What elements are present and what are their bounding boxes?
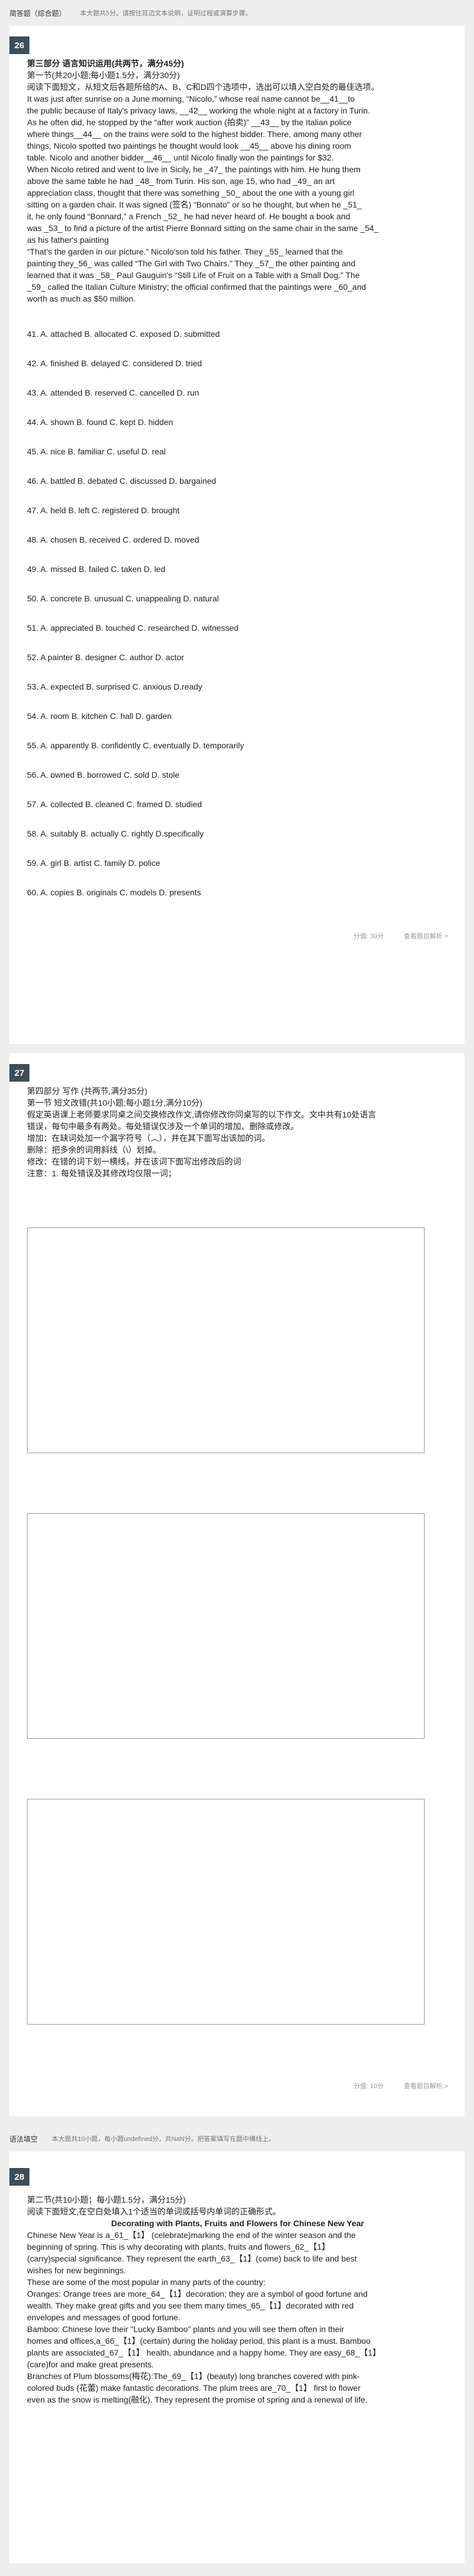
passage-line: worth as much as $50 million. [27, 294, 136, 303]
option-line: 42. A. finished B. delayed C. considered… [27, 359, 202, 368]
instruction-line: 假定英语课上老师要求同桌之间交换修改作文,请你修改你同桌写的以下作文。文中共有1… [27, 1110, 376, 1119]
section-note: 本大题共10小题，每小题undefined分，共NaN分。把答案填写在题中横线上… [52, 2136, 275, 2143]
instruction-line: 删除：把多余的词用斜线（\）划掉。 [27, 1145, 161, 1155]
passage-line: colored buds (花蕾) make fantastic decorat… [27, 2383, 360, 2393]
score-label: 分值: 30分 [353, 933, 384, 940]
options-list: 41. A. attached B. allocated C. exposed … [27, 328, 448, 898]
passage-line: It was just after sunrise on a June morn… [27, 94, 355, 103]
option-line: 47. A. held B. left C. registered D. bro… [27, 506, 180, 515]
passage-line: learned that it was _58_ Paul Gauguin's … [27, 270, 360, 280]
instruction-line: 修改：在错的词下划一横线，并在该词下面写出修改后的词 [27, 1157, 241, 1166]
passage-line: _59_ called the Italian Culture Ministry… [27, 282, 366, 292]
section-bar-2: 语法填空 本大题共10小题，每小题undefined分，共NaN分。把答案填写在… [0, 2126, 474, 2152]
passage-line: Oranges: Orange trees are more_64_【1】dec… [27, 2289, 368, 2299]
passage-line: the public because of Italy's privacy la… [27, 106, 370, 115]
instruction-line: 第一节 短文改错(共10小题;每小题1分,满分10分) [27, 1098, 202, 1108]
passage-line: 第一节(共20小题;每小题1.5分，满分30分) [27, 71, 180, 80]
option-line: 60. A. copies B. originals C. models D. … [27, 888, 201, 897]
question-card-28: 28 第二节(共10小题；每小题1.5分，满分15分) 阅读下面短文,在空白处填… [9, 2152, 465, 2563]
score-label: 分值: 10分 [353, 2083, 384, 2090]
passage-heading: Decorating with Plants, Fruits and Flowe… [111, 2219, 364, 2228]
option-line: 51. A. appreciated B. touched C. researc… [27, 623, 239, 633]
section-note: 本大题共5分。请按住耳边文本说明，证明过程或演算步骤。 [80, 10, 252, 17]
option-line: 41. A. attached B. allocated C. exposed … [27, 329, 220, 339]
question-number: 28 [9, 2168, 29, 2186]
option-line: 44. A. shown B. found C. kept D. hidden [27, 417, 173, 427]
option-line: 43. A. attended B. reserved C. cancelled… [27, 388, 199, 397]
option-line: 46. A. battled B. debated C. discussed D… [27, 476, 216, 486]
option-line: 59. A. girl B. artist C. family D. polic… [27, 858, 161, 868]
passage-line: When Nicolo retired and went to live in … [27, 165, 361, 174]
passage-line: Chinese New Year is a_61_【1】 (celebrate)… [27, 2230, 356, 2240]
answer-box[interactable] [27, 1227, 425, 1453]
passage-line: painting they_56_ was called “The Girl w… [27, 259, 356, 268]
option-line: 50. A. concrete B. unusual C. unappealin… [27, 594, 219, 603]
passage-line: as his father's painting [27, 235, 109, 245]
instructions: 第四部分 写作 (共两节,满分35分) 第一节 短文改错(共10小题;每小题1分… [27, 1085, 448, 1179]
card-footer: 分值: 30分 查看题目解析 > [27, 931, 448, 941]
view-analysis-link[interactable]: 查看题目解析 > [404, 2081, 448, 2090]
option-line: 57. A. collected B. cleaned C. framed D.… [27, 799, 202, 809]
passage-line: was _53_ to find a picture of the artist… [27, 223, 379, 233]
answer-box[interactable] [27, 1799, 425, 2025]
option-line: 55. A. apparently B. confidently C. even… [27, 741, 244, 750]
passage-line: even as the snow is melting(融化). They re… [27, 2395, 368, 2404]
instruction-line: 第二节(共10小题；每小题1.5分，满分15分) [27, 2195, 186, 2204]
passage-line: (care)for and make great presents. [27, 2360, 154, 2369]
section-title: 语法填空 [9, 2135, 38, 2143]
instruction-line: 增加：在缺词处加一个漏字符号（︿），并在其下面写出该加的词。 [27, 1133, 270, 1143]
option-line: 48. A. chosen B. received C. ordered D. … [27, 535, 199, 544]
instruction-line: 注意：1. 每处错误及其修改均仅限一词； [27, 1169, 176, 1178]
passage-line: Bamboo: Chinese love their "Lucky Bamboo… [27, 2324, 345, 2334]
question-card-27: 27 第四部分 写作 (共两节,满分35分) 第一节 短文改错(共10小题;每小… [9, 1053, 465, 2116]
passage: 第三部分 语言知识运用(共两节，满分45分) 第一节(共20小题;每小题1.5分… [27, 58, 448, 305]
option-line: 54. A. room B. kitchen C. hall D. garden [27, 711, 172, 721]
question-card-26: 26 第三部分 语言知识运用(共两节，满分45分) 第一节(共20小题;每小题1… [9, 26, 465, 1044]
passage-line: sitting on a garden chair. It was signed… [27, 200, 362, 209]
question-number: 27 [9, 1064, 29, 1082]
passage-line: 阅读下面短文，从短文后各题所给的A、B、C和D四个选项中，选出可以填入空白处的最… [27, 82, 379, 92]
option-line: 45. A. nice B. familiar C. useful D. rea… [27, 447, 166, 456]
passage: Chinese New Year is a_61_【1】 (celebrate)… [27, 2229, 448, 2406]
instruction-line: 第四部分 写作 (共两节,满分35分) [27, 1086, 148, 1096]
card-footer: 分值: 10分 查看题目解析 > [27, 2081, 448, 2090]
option-line: 53. A. expected B. surprised C. anxious … [27, 682, 203, 691]
passage-line: As he often did, he stopped by the “afte… [27, 118, 352, 127]
passage-line: appreciation class, thought that there w… [27, 188, 355, 198]
option-line: 52. A painter B. designer C. author D. a… [27, 653, 184, 662]
passage-line: (carry)special significance. They repres… [27, 2254, 357, 2263]
option-line: 56. A. owned B. borrowed C. sold D. stol… [27, 770, 180, 780]
passage-line: plants are associated_67_【1】 health, abu… [27, 2348, 381, 2357]
view-analysis-link[interactable]: 查看题目解析 > [404, 931, 448, 941]
passage-line: things, Nicolo spotted two paintings he … [27, 141, 352, 150]
option-line: 49. A. missed B. failed C. taken D. led [27, 564, 166, 574]
option-line: 58. A. suitably B. actually C. rightly D… [27, 829, 204, 838]
question-number: 26 [9, 36, 29, 54]
passage-line: beginning of spring. This is why decorat… [27, 2242, 330, 2252]
passage-line: it, he only found “Bonnard,” a French _5… [27, 212, 351, 221]
section-title: 简答题（综合题） [9, 9, 66, 18]
instruction-line: 错误，每句中最多有两处。每处错误仅涉及一个单词的增加、删除或修改。 [27, 1122, 299, 1131]
passage-line: wishes for new beginnings. [27, 2266, 126, 2275]
passage-line: homes and offices,a_66_【1】(certain) duri… [27, 2336, 371, 2346]
passage-line: “That’s the garden in our picture.” Nico… [27, 247, 343, 256]
passage-line: where things__44__ on the trains were so… [27, 129, 362, 139]
passage-line: Branches of Plum blossoms(梅花):The_69_【1】… [27, 2371, 360, 2381]
instruction-line: 阅读下面短文,在空白处填入1个适当的单词或括号内单词的正确形式。 [27, 2207, 281, 2216]
passage-line: These are some of the most popular in ma… [27, 2277, 266, 2287]
section-bar-1: 简答题（综合题） 本大题共5分。请按住耳边文本说明，证明过程或演算步骤。 [0, 0, 474, 26]
answer-box[interactable] [27, 1513, 425, 1739]
passage-line: above the same table he had _48_ from Tu… [27, 176, 335, 186]
passage-line: table. Nicolo and another bidder__46__ u… [27, 153, 334, 162]
passage-line: 第三部分 语言知识运用(共两节，满分45分) [27, 59, 184, 68]
passage-line: envelopes and messages of good fortune. [27, 2313, 181, 2322]
passage-line: wealth. They make great gifts and you se… [27, 2301, 354, 2310]
